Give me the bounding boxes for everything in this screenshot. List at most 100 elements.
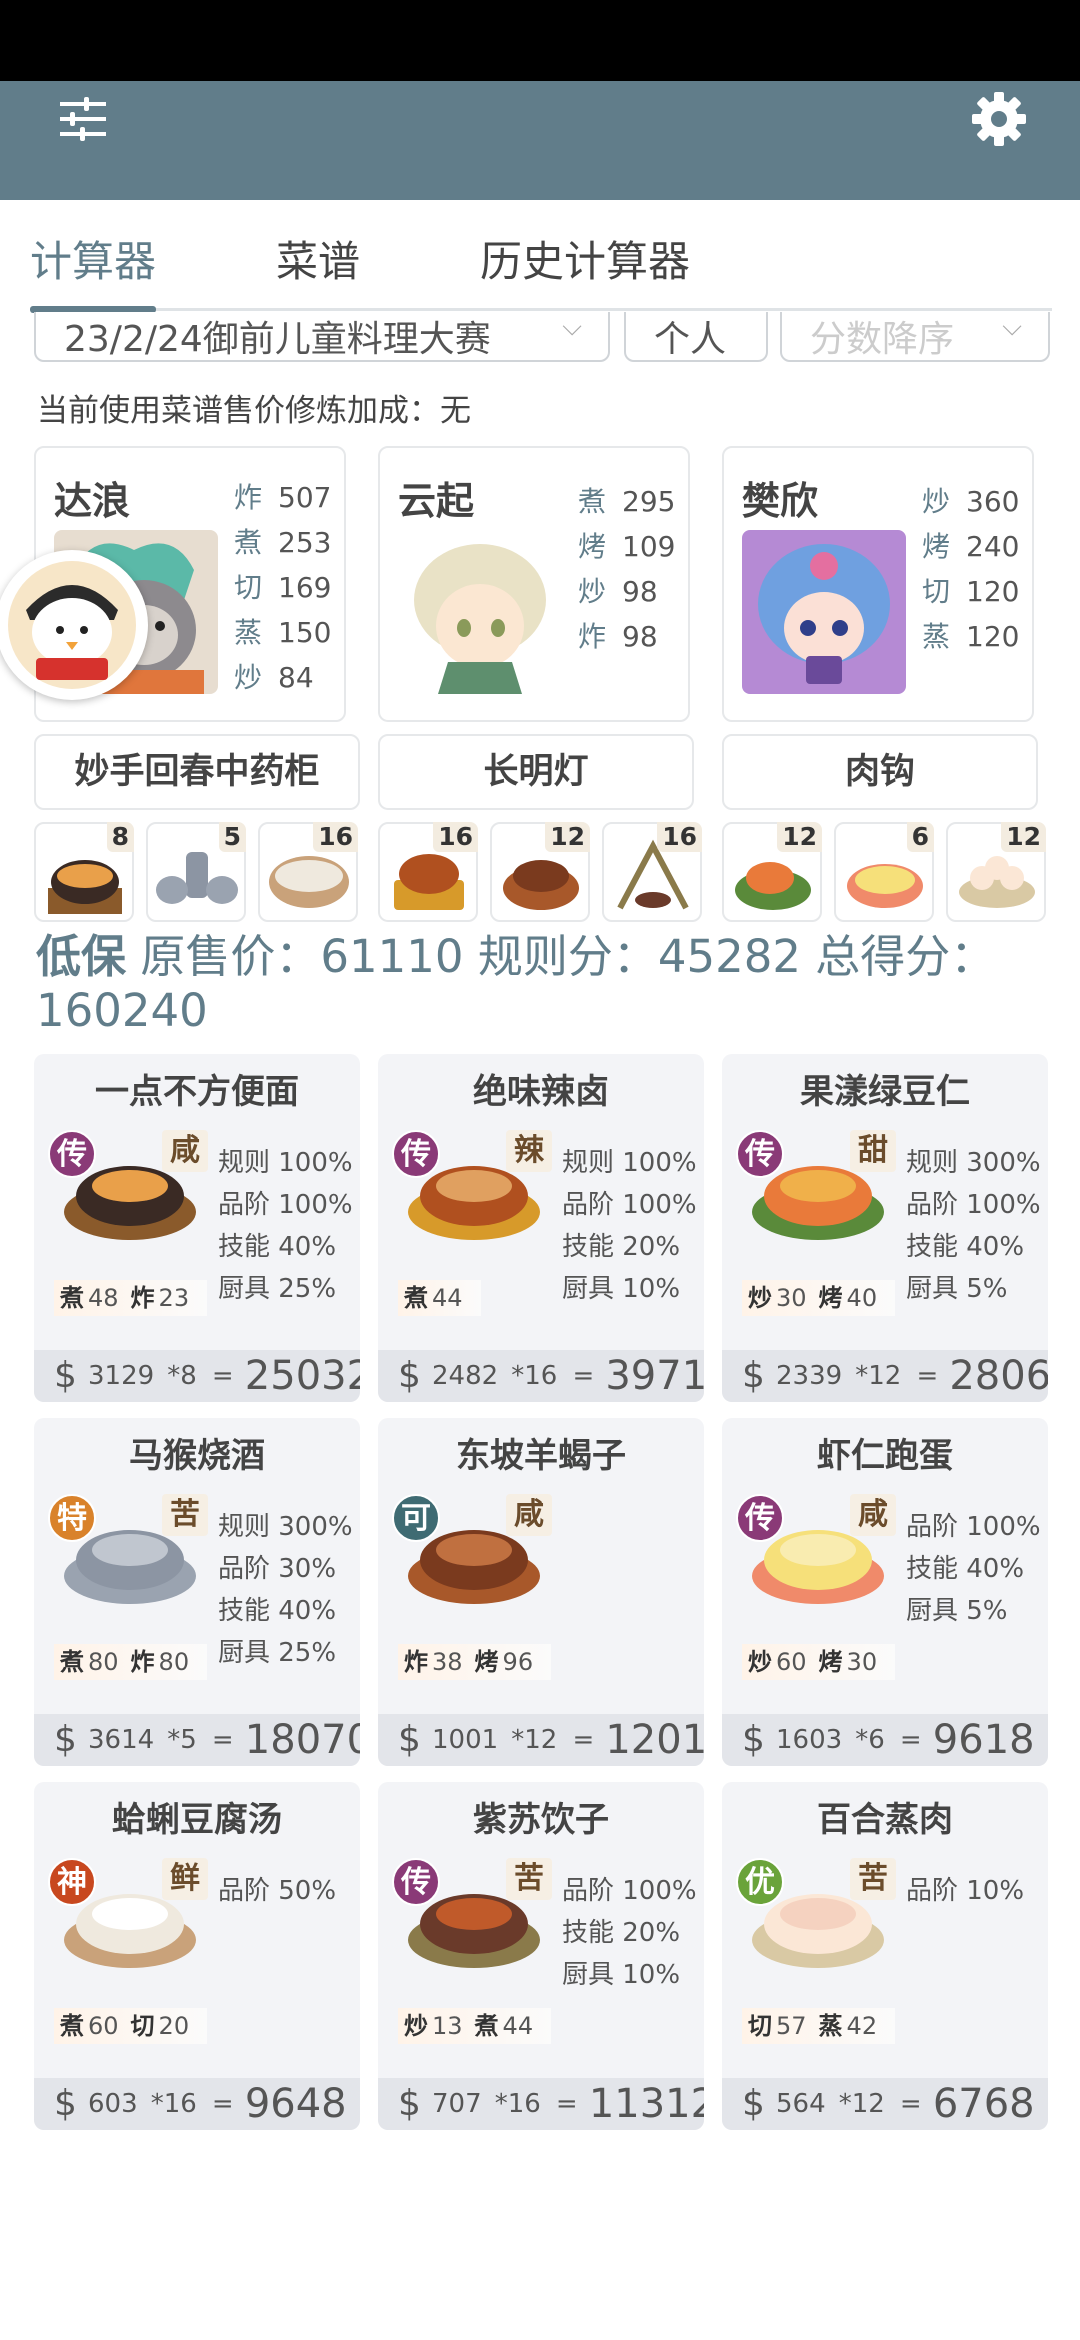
dish-bonus-stat: 品阶 100% (562, 1876, 697, 1906)
skill-name: 炒 (234, 661, 263, 694)
chef-card[interactable]: 樊欣 炒 360 烤 240 切 120 蒸 120 (722, 446, 1034, 722)
dish-thumb[interactable]: 16 (258, 822, 358, 922)
skill-value: 98 (622, 620, 658, 653)
sort-select[interactable]: 分数降序 ⌵ (780, 312, 1050, 362)
currency-symbol: $ (398, 1719, 421, 1760)
settings-gear-icon[interactable] (970, 90, 1028, 148)
filter-menu-icon[interactable] (58, 94, 108, 144)
dish-skill-requirements: 煮 60 切 20 (54, 2008, 208, 2044)
skill-name: 炸 (234, 481, 263, 514)
dish-card[interactable]: 马猴烧酒 特 苦 规则 300% 品阶 30% 技能 40% 厨具 25% 煮 80 炸 8… (34, 1418, 360, 1766)
dish-card[interactable]: 虾仁跑蛋 传 咸 品阶 100% 技能 40% 厨具 5% 炒 60 烤 30 $ 160… (722, 1418, 1048, 1766)
floating-assistant-avatar[interactable] (0, 550, 148, 700)
equipment-slot[interactable]: 长明灯 (378, 734, 694, 810)
mode-select[interactable]: 个人 (624, 312, 768, 362)
quantity-multiplier: *5 (167, 1725, 197, 1755)
dish-bonus-stat: 技能 40% (906, 1232, 1025, 1262)
tab-history-calculator[interactable]: 历史计算器 (480, 228, 690, 289)
skill-type: 煮 (474, 2012, 499, 2040)
currency-symbol: $ (54, 1355, 77, 1396)
dish-count: 16 (433, 822, 478, 852)
skill-name: 烤 (578, 530, 607, 563)
tab-calculator[interactable]: 计算器 (30, 228, 156, 289)
dish-bonus-stat: 规则 100% (562, 1148, 697, 1178)
dish-thumb[interactable]: 8 (34, 822, 134, 922)
dish-title: 果漾绿豆仁 (800, 1072, 970, 1112)
dish-bonus-stat: 规则 100% (218, 1148, 353, 1178)
equals-sign: = (211, 2089, 234, 2119)
dish-bonus-stat: 厨具 5% (906, 1596, 1008, 1626)
event-select-wrap: 23/2/24御前儿童料理大赛 ⌵ (34, 312, 610, 370)
event-select[interactable]: 23/2/24御前儿童料理大赛 ⌵ (34, 312, 610, 362)
skill-amount: 80 (158, 1648, 190, 1676)
rarity-badge: 传 (392, 1858, 440, 1906)
taste-badge: 辣 (506, 1130, 552, 1172)
equals-sign: = (555, 2089, 578, 2119)
dish-thumb[interactable]: 6 (834, 822, 934, 922)
tab-recipes[interactable]: 菜谱 (276, 228, 360, 289)
skill-type: 炸 (130, 1648, 155, 1676)
app-bar (0, 81, 1080, 200)
skill-type: 煮 (60, 1284, 84, 1312)
skill-amount: 96 (502, 1648, 534, 1676)
dish-bonus-stat: 品阶 100% (562, 1190, 697, 1220)
dish-bonus-stat: 品阶 100% (218, 1190, 353, 1220)
skill-value: 295 (622, 485, 676, 518)
dish-skill-requirement: 切 20 (131, 2008, 190, 2044)
mode-select-value: 个人 (654, 319, 727, 360)
dish-skill-requirements: 炒 60 烤 30 (742, 1644, 896, 1680)
dish-total-price: 28068 (949, 1353, 1048, 1399)
sort-select-value: 分数降序 (810, 319, 955, 360)
dish-thumb[interactable]: 12 (946, 822, 1046, 922)
quantity-multiplier: *12 (855, 1361, 902, 1391)
dish-title: 一点不方便面 (95, 1072, 299, 1112)
skill-type: 炒 (404, 2012, 428, 2040)
dish-card[interactable]: 蛤蜊豆腐汤 神 鲜 品阶 50% 煮 60 切 20 $ 603 *16 = 9648 (34, 1782, 360, 2130)
dish-total-price: 9618 (932, 1717, 1035, 1763)
rarity-badge: 传 (48, 1130, 96, 1178)
skill-type: 炒 (748, 1284, 772, 1312)
dish-thumb[interactable]: 12 (722, 822, 822, 922)
dish-bonus-stat: 规则 300% (218, 1512, 353, 1542)
dish-title: 虾仁跑蛋 (817, 1436, 953, 1476)
dish-skill-requirement: 炸 23 (131, 1280, 190, 1316)
dish-skill-requirement: 炒 13 (404, 2008, 463, 2044)
chef-name: 樊欣 (742, 479, 819, 523)
unit-price: 564 (776, 2089, 826, 2119)
quantity-multiplier: *16 (150, 2089, 197, 2119)
dish-thumb[interactable]: 12 (490, 822, 590, 922)
skill-type: 炒 (748, 1648, 772, 1676)
dish-card[interactable]: 一点不方便面 传 咸 规则 100% 品阶 100% 技能 40% 厨具 25% 煮4… (34, 1054, 360, 1402)
quantity-multiplier: *16 (494, 2089, 541, 2119)
chef-name: 达浪 (54, 479, 131, 523)
quantity-multiplier: *16 (511, 1361, 558, 1391)
dish-bonus-stat: 厨具 25% (218, 1638, 337, 1668)
rule-score-value: 45282 (657, 930, 801, 983)
skill-value: 120 (966, 620, 1020, 653)
dish-skill-requirement: 炸 38 (404, 1644, 463, 1680)
taste-badge: 咸 (506, 1494, 552, 1536)
dish-card[interactable]: 绝味辣卤 传 辣 规则 100% 品阶 100% 技能 20% 厨具 10% 煮 44 … (378, 1054, 704, 1402)
rarity-badge: 特 (48, 1494, 96, 1542)
unit-price: 1603 (776, 1725, 843, 1755)
skill-value: 120 (966, 575, 1020, 608)
dish-bonus-stat: 技能 20% (562, 1918, 681, 1948)
dish-thumb[interactable]: 16 (602, 822, 702, 922)
rarity-badge: 传 (392, 1130, 440, 1178)
rarity-badge: 神 (48, 1858, 96, 1906)
equipment-slot[interactable]: 妙手回春中药柜 (34, 734, 360, 810)
skill-value: 507 (278, 481, 332, 514)
dish-card[interactable]: 紫苏饮子 传 苦 品阶 100% 技能 20% 厨具 10% 炒 13 煮 44 $ 70… (378, 1782, 704, 2130)
dish-thumb[interactable]: 16 (378, 822, 478, 922)
dish-title: 东坡羊蝎子 (456, 1436, 626, 1476)
dish-card[interactable]: 百合蒸肉 优 苦 品阶 10% 切 57 蒸 42 $ 564 *12 = 6768 (722, 1782, 1048, 2130)
chef-card[interactable]: 云起 煮 295 烤 109 炒 98 炸 98 (378, 446, 690, 722)
skill-amount: 30 (776, 1284, 807, 1312)
skill-amount: 48 (88, 1284, 119, 1312)
dish-card[interactable]: 东坡羊蝎子 可 咸 炸38 烤96 $ 1001 *12 = 12012 (378, 1418, 704, 1766)
equipment-slot[interactable]: 肉钩 (722, 734, 1038, 810)
dish-thumb[interactable]: 5 (146, 822, 246, 922)
skill-amount: 30 (846, 1648, 878, 1676)
skill-name: 炸 (578, 620, 607, 653)
dish-card[interactable]: 果漾绿豆仁 传 甜 规则 300% 品阶 100% 技能 40% 厨具 5% 炒 30 烤… (722, 1054, 1048, 1402)
